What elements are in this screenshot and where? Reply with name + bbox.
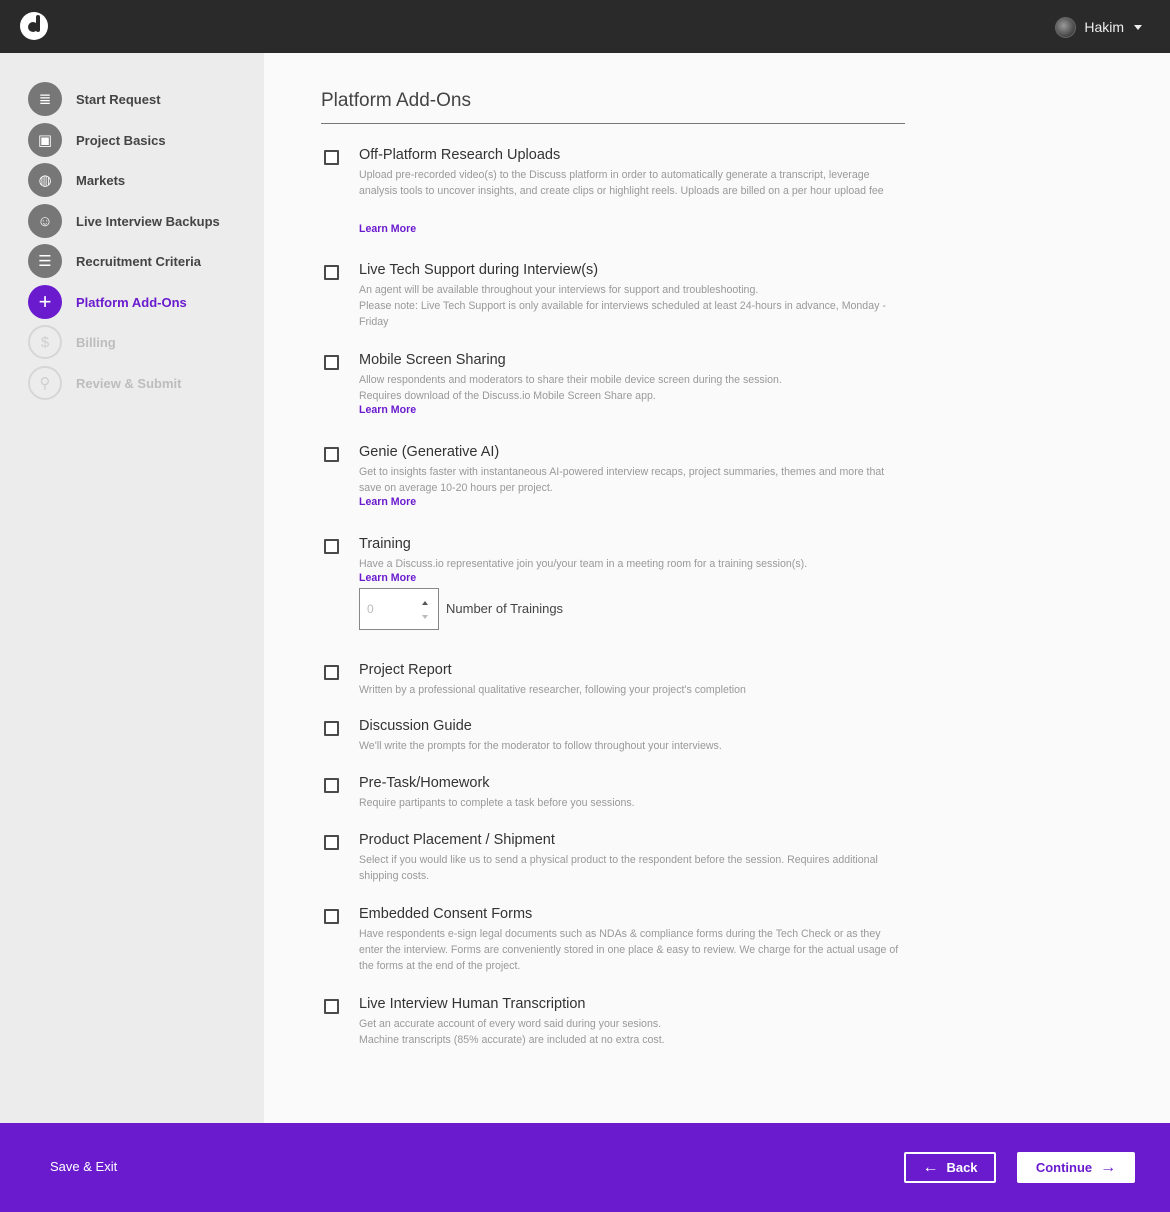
- addon-description: Have a Discuss.io representative join yo…: [359, 558, 808, 570]
- quantity-label: Number of Trainings: [446, 601, 564, 616]
- addon-description: Have respondents e-sign legal documents …: [359, 928, 899, 972]
- addon-checkbox[interactable]: [324, 909, 339, 924]
- addon-name: Project Report: [359, 662, 452, 678]
- addon-description: Get an accurate account of every word sa…: [359, 1018, 665, 1046]
- user-menu[interactable]: Hakim: [1055, 16, 1142, 38]
- sidebar-step-live-interview-backups[interactable]: ☺ Live Interview Backups: [28, 204, 220, 238]
- addon-checkbox[interactable]: [324, 721, 339, 736]
- sidebar-step-label: Live Interview Backups: [76, 213, 220, 229]
- stepper-up-icon[interactable]: [422, 601, 428, 605]
- addon-name: Live Interview Human Transcription: [359, 996, 586, 1012]
- addon-name: Mobile Screen Sharing: [359, 352, 506, 368]
- addon-description: An agent will be available throughout yo…: [359, 284, 886, 328]
- sidebar-step-label: Platform Add-Ons: [76, 294, 187, 310]
- addon-description: Upload pre-recorded video(s) to the Disc…: [359, 169, 884, 197]
- dollar-icon: $: [28, 325, 62, 359]
- addon-name: Embedded Consent Forms: [359, 906, 533, 922]
- title-divider: [321, 123, 905, 124]
- back-button-label: Back: [946, 1160, 978, 1175]
- sidebar-step-project-basics[interactable]: ▣ Project Basics: [28, 123, 166, 157]
- plus-icon: +: [28, 285, 62, 319]
- sidebar-step-label: Markets: [76, 172, 126, 188]
- avatar[interactable]: [1055, 16, 1077, 38]
- caret-down-icon[interactable]: [1134, 24, 1142, 30]
- addon-name: Live Tech Support during Interview(s): [359, 262, 599, 278]
- addon-description: Get to insights faster with instantaneou…: [359, 466, 885, 494]
- sidebar-step-platform-add-ons[interactable]: + Platform Add-Ons: [28, 285, 187, 319]
- addon-checkbox[interactable]: [324, 265, 339, 280]
- sidebar-step-label: Review & Submit: [76, 375, 182, 391]
- save-exit-link[interactable]: Save & Exit: [50, 1159, 117, 1174]
- sidebar-step-label: Start Request: [76, 91, 161, 107]
- learn-more-link[interactable]: Learn More: [359, 496, 416, 508]
- stepper-down-icon[interactable]: [422, 615, 428, 619]
- addon-checkbox[interactable]: [324, 447, 339, 462]
- sidebar-step-billing: $ Billing: [28, 325, 116, 359]
- sidebar-step-label: Billing: [76, 334, 116, 350]
- quantity-value: 0: [367, 602, 374, 616]
- sidebar-step-label: Recruitment Criteria: [76, 253, 201, 269]
- magnifier-icon: ⚲: [28, 366, 62, 400]
- addon-checkbox[interactable]: [324, 665, 339, 680]
- addon-name: Training: [359, 536, 411, 552]
- addon-checkbox[interactable]: [324, 778, 339, 793]
- page-title: Platform Add-Ons: [321, 90, 471, 111]
- training-quantity-stepper[interactable]: 0: [359, 588, 439, 630]
- step-sidebar: ≣ Start Request ▣ Project Basics ◍ Marke…: [0, 53, 264, 1123]
- sidebar-step-markets[interactable]: ◍ Markets: [28, 163, 125, 197]
- addon-description: Allow respondents and moderators to shar…: [359, 374, 782, 402]
- learn-more-link[interactable]: Learn More: [359, 223, 416, 235]
- addon-checkbox[interactable]: [324, 539, 339, 554]
- user-name: Hakim: [1084, 19, 1124, 35]
- addon-checkbox[interactable]: [324, 835, 339, 850]
- arrow-right-icon: →: [1100, 1158, 1117, 1176]
- addon-checkbox[interactable]: [324, 999, 339, 1014]
- globe-icon: ◍: [28, 163, 62, 197]
- continue-button[interactable]: Continue →: [1017, 1152, 1135, 1183]
- sidebar-step-review-submit: ⚲ Review & Submit: [28, 366, 181, 400]
- addon-description: Require partipants to complete a task be…: [359, 797, 635, 809]
- continue-button-label: Continue: [1035, 1160, 1093, 1175]
- addon-name: Pre-Task/Homework: [359, 775, 490, 791]
- arrow-left-icon: ←: [922, 1158, 939, 1176]
- addon-description: We'll write the prompts for the moderato…: [359, 740, 722, 752]
- learn-more-link[interactable]: Learn More: [359, 572, 416, 584]
- addon-checkbox[interactable]: [324, 355, 339, 370]
- filter-icon: ☰: [28, 244, 62, 278]
- addon-name: Genie (Generative AI): [359, 444, 500, 460]
- addon-name: Product Placement / Shipment: [359, 832, 555, 848]
- learn-more-link[interactable]: Learn More: [359, 404, 416, 416]
- footer-bar: Save & Exit ← Back Continue →: [0, 1123, 1170, 1212]
- back-button[interactable]: ← Back: [904, 1152, 996, 1183]
- addon-name: Off-Platform Research Uploads: [359, 147, 561, 163]
- sidebar-step-label: Project Basics: [76, 132, 166, 148]
- addon-description: Written by a professional qualitative re…: [359, 684, 746, 696]
- top-bar: Hakim: [0, 0, 1170, 53]
- addon-name: Discussion Guide: [359, 718, 472, 734]
- addon-description: Select if you would like us to send a ph…: [359, 854, 878, 882]
- addon-checkbox[interactable]: [324, 150, 339, 165]
- calendar-icon: ▣: [28, 123, 62, 157]
- clipboard-icon: ≣: [28, 82, 62, 116]
- person-icon: ☺: [28, 204, 62, 238]
- sidebar-step-recruitment-criteria[interactable]: ☰ Recruitment Criteria: [28, 244, 201, 278]
- discuss-logo-icon[interactable]: [20, 12, 48, 40]
- sidebar-step-start-request[interactable]: ≣ Start Request: [28, 82, 161, 116]
